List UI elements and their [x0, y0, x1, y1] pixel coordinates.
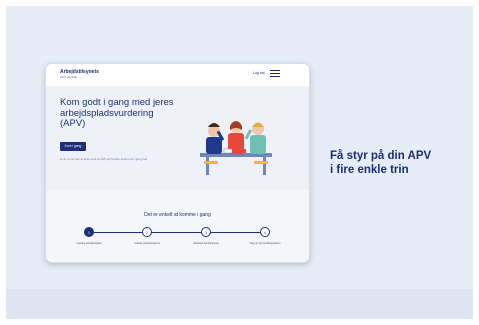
login-link[interactable]: Log ind [253, 71, 264, 75]
step-3-circle[interactable]: 3 [201, 227, 211, 237]
tagline: Få styr på din APV i fire enkle trin [330, 149, 470, 177]
step-2-circle[interactable]: 2 [142, 227, 152, 237]
steps-title: Det er enkelt at komme i gang [144, 212, 211, 218]
site-header: Arbejdstilsynets APV-værktøj Log ind [46, 64, 309, 86]
brand-subtitle: APV-værktøj [60, 75, 77, 79]
device-mockup: Arbejdstilsynets APV-værktøj Log ind Kom… [45, 63, 310, 263]
hero-section: Kom godt i gang med jeres arbejdspladsvu… [46, 86, 309, 190]
tagline-line-2: i fire enkle trin [330, 164, 409, 176]
step-4-label: Følg op på handlingsplanen [249, 242, 281, 245]
hero-note: Er du ny her, kan du læse mere om APV og… [60, 158, 148, 161]
get-started-button[interactable]: Kom i gang [60, 142, 86, 151]
step-3-label: Udarbejd handlingsplan [192, 242, 220, 245]
steps-section: Det er enkelt at komme i gang 1 2 3 4 Ko… [46, 190, 309, 262]
team-meeting-illustration [200, 121, 272, 175]
step-2-label: Inddrag medarbejderne [134, 242, 160, 245]
progress-line [89, 232, 266, 234]
hero-title: Kom godt i gang med jeres arbejdspladsvu… [60, 97, 174, 129]
step-4-circle[interactable]: 4 [260, 227, 270, 237]
tagline-line-1: Få styr på din APV [330, 150, 432, 162]
step-1-label: Kortlæg arbejdsmiljøet [76, 242, 102, 245]
step-1-circle[interactable]: 1 [84, 227, 94, 237]
bottom-band [6, 289, 473, 319]
hamburger-menu-icon[interactable] [270, 70, 280, 78]
